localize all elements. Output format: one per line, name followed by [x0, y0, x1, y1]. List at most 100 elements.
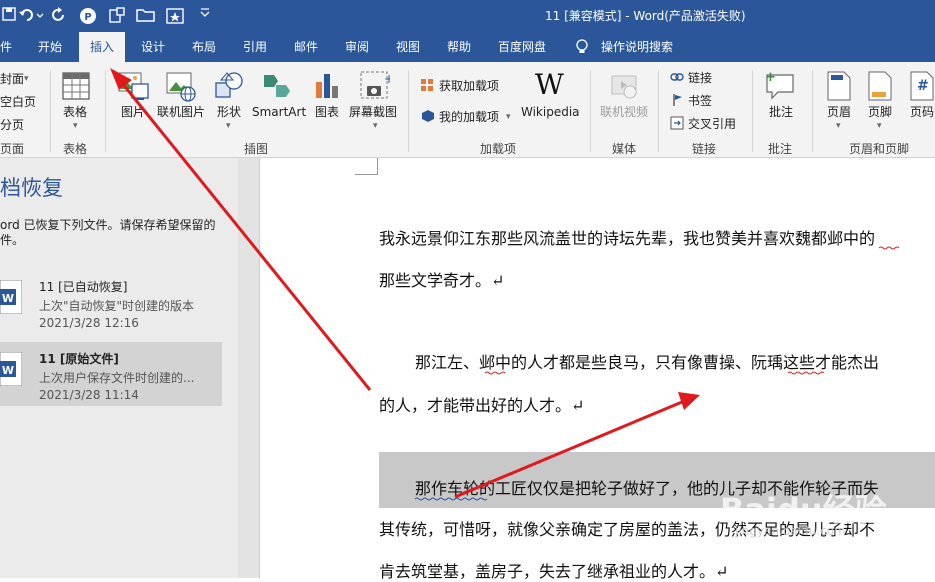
- save-icon[interactable]: [2, 7, 16, 25]
- chart-button[interactable]: 图表: [315, 105, 339, 119]
- header-button[interactable]: 页眉: [827, 105, 851, 119]
- format-painter-icon[interactable]: [108, 7, 126, 25]
- tab-baidu-netdisk[interactable]: 百度网盘: [498, 32, 546, 62]
- tab-help[interactable]: 帮助: [447, 32, 471, 62]
- comment-icon[interactable]: +: [764, 70, 796, 100]
- bookmark-icon[interactable]: [672, 93, 684, 107]
- recovery-file-description: 上次"自动恢复"时创建的版本: [39, 299, 195, 313]
- footer-button[interactable]: 页脚: [868, 105, 892, 119]
- tab-mailings[interactable]: 邮件: [294, 32, 318, 62]
- chevron-down-icon: ▾: [226, 121, 231, 131]
- tab-references[interactable]: 引用: [243, 32, 267, 62]
- chevron-down-icon: ▾: [506, 112, 511, 122]
- word-document-icon: W: [0, 280, 22, 314]
- cross-reference-icon[interactable]: [670, 116, 684, 130]
- document-line[interactable]: 的人，才能带出好的人才。↵: [379, 396, 584, 416]
- tab-review[interactable]: 审阅: [345, 32, 369, 62]
- pane-description: ord 已恢复下列文件。请保存希望保留的 件。: [0, 218, 220, 248]
- smartart-button[interactable]: SmartArt: [252, 105, 306, 119]
- group-comments-label: 批注: [768, 142, 793, 156]
- new-comment-button[interactable]: 批注: [769, 105, 793, 119]
- recovery-file-date: 2021/3/28 11:14: [39, 388, 139, 402]
- margin-crop-mark: [355, 158, 378, 175]
- watermark-url: jingyan.baidu.com: [735, 524, 846, 538]
- wikipedia-icon[interactable]: W: [535, 70, 564, 100]
- store-icon[interactable]: [420, 78, 434, 92]
- document-line[interactable]: 那些文学奇才。↵: [379, 271, 504, 291]
- lightbulb-icon[interactable]: [575, 32, 589, 62]
- page-break-button[interactable]: 分页: [0, 118, 24, 132]
- group-divider: [658, 70, 659, 152]
- group-divider: [105, 70, 106, 152]
- recovery-file-name: 11 [原始文件]: [39, 352, 119, 366]
- tab-view[interactable]: 视图: [396, 32, 420, 62]
- group-illustrations-label: 插图: [244, 142, 269, 156]
- undo-icon[interactable]: [18, 7, 44, 25]
- picture-icon[interactable]: [118, 72, 150, 102]
- title-bar: P 11 [兼容模式] - Word(产品激活失败): [0, 0, 935, 32]
- group-pages-label: 页面: [0, 142, 25, 156]
- p-icon[interactable]: P: [79, 7, 97, 25]
- tell-me-search[interactable]: 操作说明搜索: [601, 32, 673, 62]
- shapes-button[interactable]: 形状: [217, 105, 241, 119]
- ribbon-insert: 封面 ▾ 空白页 分页 页面 表格 ▾ 表格 图片 联机图片 形状 ▾ Smar…: [0, 62, 935, 158]
- open-folder-icon[interactable]: [136, 7, 156, 25]
- document-recovery-pane: 档恢复 ord 已恢复下列文件。请保存希望保留的 件。 W 11 [已自动恢复]…: [0, 158, 238, 578]
- redo-icon[interactable]: [51, 7, 67, 25]
- recovery-file-name: 11 [已自动恢复]: [39, 280, 128, 294]
- chevron-down-icon: ▾: [73, 121, 78, 131]
- page-number-symbol: #: [917, 78, 929, 94]
- footer-icon[interactable]: [868, 71, 892, 101]
- table-icon[interactable]: [62, 72, 90, 100]
- online-video-icon: [611, 75, 637, 99]
- word-document-icon: W: [0, 352, 22, 386]
- link-icon[interactable]: [670, 71, 684, 83]
- tab-home[interactable]: 开始: [38, 32, 62, 62]
- recovery-file-item[interactable]: W 11 [已自动恢复] 上次"自动恢复"时创建的版本 2021/3/28 12…: [0, 270, 222, 334]
- tab-insert[interactable]: 插入: [79, 32, 126, 62]
- svg-text:W: W: [2, 364, 14, 377]
- cover-page-button[interactable]: 封面: [0, 72, 24, 86]
- table-button[interactable]: 表格: [63, 105, 87, 119]
- document-line[interactable]: 那江左、邺中的人才都是些良马，只有像曹操、阮瑀这些才能杰出: [415, 353, 879, 373]
- screenshot-icon[interactable]: +: [360, 71, 390, 101]
- group-table-label: 表格: [63, 142, 88, 156]
- ribbon-tabs: 件 开始 插入 设计 布局 引用 邮件 审阅 视图 帮助 百度网盘 操作说明搜索: [0, 32, 935, 62]
- bookmark-button[interactable]: 书签: [688, 94, 712, 108]
- tab-design[interactable]: 设计: [141, 32, 165, 62]
- online-picture-button[interactable]: 联机图片: [157, 105, 205, 119]
- svg-text:P: P: [84, 12, 91, 23]
- group-header-footer-label: 页眉和页脚: [849, 142, 910, 156]
- svg-text:+: +: [765, 70, 776, 85]
- pane-scrollbar[interactable]: [238, 158, 260, 578]
- link-button[interactable]: 链接: [688, 71, 712, 85]
- recovery-file-item-selected[interactable]: W 11 [原始文件] 上次用户保存文件时创建的... 2021/3/28 11…: [0, 342, 222, 406]
- header-icon[interactable]: [827, 71, 851, 101]
- recovery-file-description: 上次用户保存文件时创建的...: [39, 371, 195, 385]
- pane-description-line: ord 已恢复下列文件。请保存希望保留的: [0, 218, 216, 232]
- more-icon[interactable]: [198, 7, 212, 25]
- tab-layout[interactable]: 布局: [192, 32, 216, 62]
- group-divider: [752, 70, 753, 152]
- cross-reference-button[interactable]: 交叉引用: [688, 117, 736, 131]
- shapes-icon[interactable]: [213, 70, 245, 102]
- my-addins-icon[interactable]: [420, 109, 436, 123]
- get-addins-button[interactable]: 获取加载项: [439, 79, 499, 93]
- online-picture-icon[interactable]: [166, 72, 198, 102]
- pane-description-line: 件。: [0, 233, 25, 247]
- my-addins-button[interactable]: 我的加载项: [439, 110, 499, 124]
- picture-button[interactable]: 图片: [121, 105, 145, 119]
- tab-file[interactable]: 件: [0, 32, 12, 62]
- group-divider: [408, 70, 409, 152]
- svg-text:W: W: [2, 292, 14, 305]
- chevron-down-icon: ▾: [836, 121, 841, 131]
- chart-icon[interactable]: [314, 72, 340, 100]
- screenshot-button[interactable]: 屏幕截图: [349, 105, 397, 119]
- smartart-icon[interactable]: [262, 72, 292, 100]
- page-number-button[interactable]: 页码: [910, 105, 934, 119]
- blank-page-button[interactable]: 空白页: [0, 95, 36, 109]
- star-icon[interactable]: [166, 7, 184, 25]
- wikipedia-button[interactable]: Wikipedia: [521, 105, 580, 119]
- document-line[interactable]: 我永远景仰江东那些风流盖世的诗坛先辈，我也赞美并喜欢魏都邺中的: [379, 229, 875, 249]
- document-line[interactable]: 肯去筑堂基，盖房子，失去了继承祖业的人才。↵: [379, 562, 728, 582]
